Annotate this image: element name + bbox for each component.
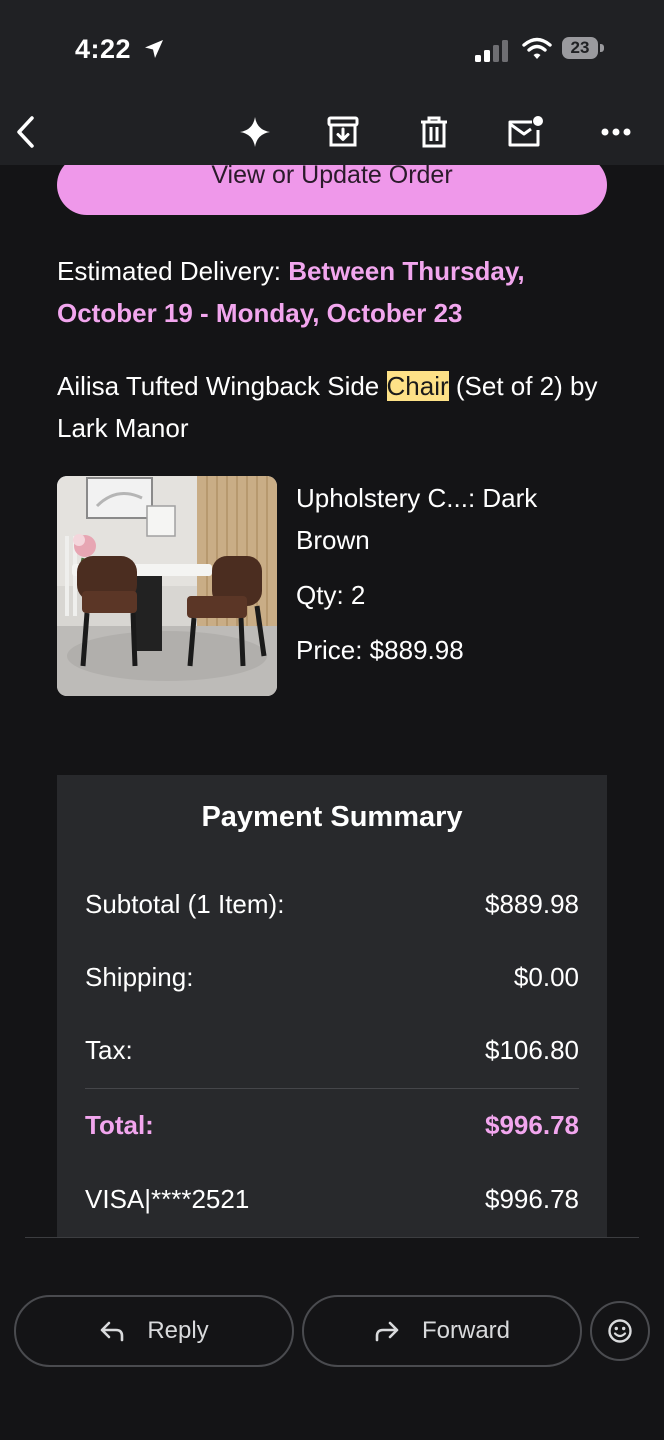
card-label: VISA|****2521 <box>85 1184 250 1214</box>
shipping-value: $0.00 <box>513 962 579 992</box>
item-price: Price: $889.98 <box>296 635 464 665</box>
archive-icon <box>327 116 359 147</box>
sparkle-icon <box>240 117 270 147</box>
battery-indicator: 23 <box>562 37 598 59</box>
forward-button[interactable]: Forward <box>302 1295 582 1367</box>
product-name-start: Ailisa Tufted Wingback Side <box>57 371 387 401</box>
shipping-label: Shipping: <box>85 962 194 992</box>
reply-button[interactable]: Reply <box>14 1295 294 1367</box>
status-time: 4:22 <box>75 34 132 64</box>
mark-unread-icon <box>508 116 543 147</box>
wifi-icon <box>522 37 552 59</box>
divider <box>25 1237 639 1238</box>
view-update-order-button[interactable]: View or Update Order <box>57 165 607 215</box>
tax-row: Tax: $106.80 <box>85 1035 579 1066</box>
estimated-delivery: Estimated Delivery: Between Thursday, Oc… <box>57 250 597 334</box>
status-bar: 4:22 23 <box>0 0 664 100</box>
divider <box>85 1088 579 1089</box>
mark-unread-button[interactable] <box>503 110 547 154</box>
archive-button[interactable] <box>321 110 365 154</box>
cellular-signal-icon <box>475 40 508 62</box>
email-toolbar <box>0 100 664 165</box>
subtotal-label: Subtotal (1 Item): <box>85 889 285 919</box>
gemini-button[interactable] <box>233 110 277 154</box>
more-options-button[interactable] <box>594 110 638 154</box>
tax-value: $106.80 <box>485 1035 579 1065</box>
card-amount: $996.78 <box>485 1184 579 1214</box>
search-highlight: Chair <box>386 371 449 401</box>
delivery-label: Estimated Delivery: <box>57 256 289 286</box>
product-image[interactable] <box>57 476 277 696</box>
forward-icon <box>375 1321 399 1342</box>
reply-label: Reply <box>147 1317 209 1344</box>
trash-icon <box>421 116 447 148</box>
delete-button[interactable] <box>412 110 456 154</box>
back-button[interactable] <box>4 110 48 154</box>
back-icon <box>17 116 34 148</box>
payment-summary-title: Payment Summary <box>201 801 463 833</box>
reply-icon <box>101 1321 124 1342</box>
emoji-reaction-button[interactable] <box>590 1301 650 1361</box>
more-icon <box>601 128 631 136</box>
quantity: Qty: 2 <box>296 580 366 610</box>
smiley-icon <box>608 1319 632 1343</box>
total-row: Total: $996.78 <box>85 1110 579 1141</box>
subtotal-row: Subtotal (1 Item): $889.98 <box>85 889 579 920</box>
location-arrow-icon <box>145 40 163 58</box>
payment-method-row: VISA|****2521 $996.78 <box>85 1184 579 1215</box>
forward-label: Forward <box>421 1317 511 1344</box>
upholstery-option: Upholstery C...: Dark Brown <box>296 483 538 555</box>
payment-summary: Payment Summary Subtotal (1 Item): $889.… <box>57 775 607 1237</box>
shipping-row: Shipping: $0.00 <box>85 962 579 993</box>
subtotal-value: $889.98 <box>485 889 579 919</box>
email-body: View or Update Order Estimated Delivery:… <box>0 165 664 1237</box>
total-value: $996.78 <box>485 1110 579 1140</box>
battery-level: 23 <box>570 38 590 57</box>
battery-tip <box>600 44 604 52</box>
product-name: Ailisa Tufted Wingback Side Chair (Set o… <box>57 365 602 449</box>
tax-label: Tax: <box>85 1035 133 1065</box>
total-label: Total: <box>85 1110 154 1140</box>
chair-photo <box>57 476 277 696</box>
